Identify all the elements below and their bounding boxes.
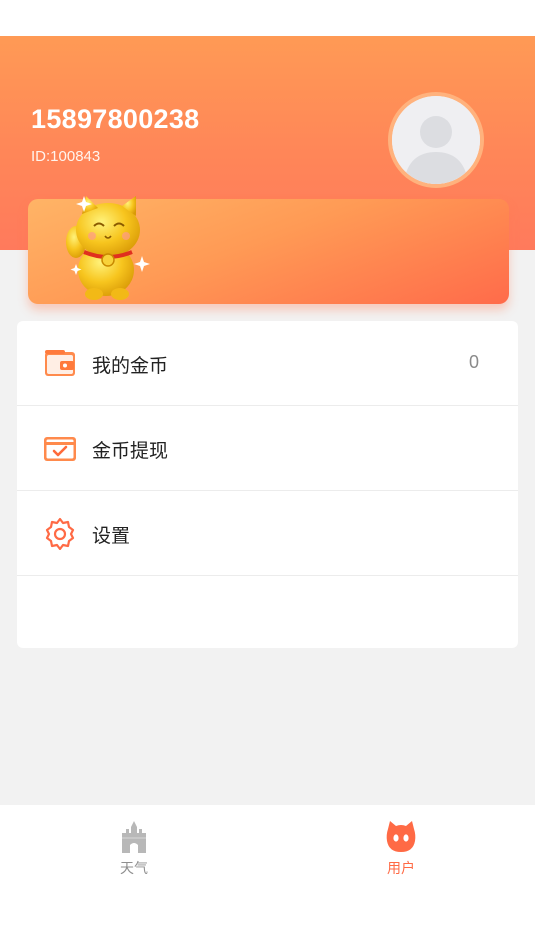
avatar[interactable] [388,92,484,188]
phone-number: 15897800238 [31,104,200,134]
coin-balance: 0 [468,352,479,372]
menu-item-my-coins[interactable]: 我的金币 0 [17,321,518,406]
menu-item-withdraw[interactable]: 金币提现 [17,406,518,491]
tab-user[interactable]: 用户 [341,805,461,885]
menu-item-label: 设置 [92,525,131,547]
cat-face-icon [386,821,416,852]
menu-card: 我的金币 0 金币提现 设置 [17,321,518,648]
user-page: 15897800238 ID:100843 我的金币 0 金币提现 设置 天气 … [0,0,535,951]
default-avatar-icon [392,96,480,184]
bottom-tab-bar: 天气 用户 [0,805,535,951]
wallet-icon [45,350,75,376]
menu-item-label: 金币提现 [92,440,169,462]
tab-weather[interactable]: 天气 [74,805,194,885]
menu-item-settings[interactable]: 设置 [17,491,518,576]
withdraw-card-icon [44,437,76,461]
lucky-cat-icon [66,196,150,300]
gear-icon [45,517,75,550]
menu-item-label: 我的金币 [92,355,169,377]
tab-label: 用户 [387,861,415,877]
castle-icon [122,821,146,853]
user-id: ID:100843 [31,148,101,165]
status-bar [0,0,535,36]
tab-label: 天气 [120,861,148,877]
